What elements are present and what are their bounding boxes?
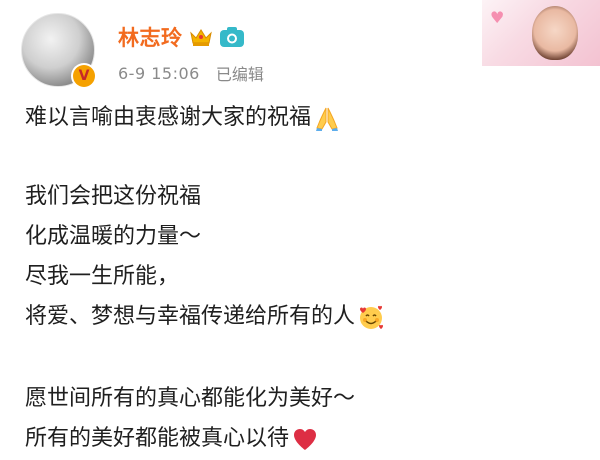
- corner-decoration-photo: ♥: [482, 0, 600, 66]
- post-timestamp[interactable]: 6-9 15:06: [118, 64, 200, 83]
- verified-v-badge-icon: V: [73, 65, 95, 87]
- crown-icon[interactable]: [189, 27, 213, 47]
- post-line-text: 难以言喻由衷感谢大家的祝福: [25, 105, 312, 130]
- post-line: 愿世间所有的真心都能化为美好～: [25, 386, 585, 412]
- post-line: 尽我一生所能，: [25, 264, 585, 290]
- post-line-text: 尽我一生所能，: [25, 264, 180, 289]
- post-line-text: 化成温暖的力量～: [25, 224, 202, 249]
- post-line: 我们会把这份祝福: [25, 184, 585, 210]
- post-meta: 6-9 15:06 已编辑: [118, 61, 264, 85]
- post-line: 将爱、梦想与幸福传递给所有的人: [25, 304, 585, 330]
- red-heart-emoji: [291, 425, 319, 453]
- post-line-text: 将爱、梦想与幸福传递给所有的人: [25, 304, 356, 329]
- post-line: 所有的美好都能被真心以待: [25, 426, 585, 452]
- post-line: 化成温暖的力量～: [25, 224, 585, 250]
- camera-icon[interactable]: [219, 26, 245, 48]
- username[interactable]: 林志玲: [118, 22, 183, 52]
- post-header: V 林志玲 6-9 15:06 已编辑 ♥: [0, 0, 600, 90]
- post-line-text: 所有的美好都能被真心以待: [25, 426, 290, 451]
- verified-badge: V: [71, 63, 97, 89]
- username-row: 林志玲: [118, 23, 245, 51]
- post-line: 难以言喻由衷感谢大家的祝福: [25, 105, 585, 131]
- smiling-face-with-hearts-emoji: [357, 303, 385, 331]
- folded-hands-emoji: [313, 104, 341, 132]
- edited-label[interactable]: 已编辑: [216, 61, 264, 85]
- portrait-image: [532, 6, 578, 60]
- hearts-decoration-icon: ♥: [490, 8, 505, 27]
- avatar-container[interactable]: V: [21, 13, 97, 89]
- post-line-text: 愿世间所有的真心都能化为美好～: [25, 386, 356, 411]
- post-line-text: 我们会把这份祝福: [25, 184, 202, 209]
- post-body: 难以言喻由衷感谢大家的祝福 我们会把这份祝福 化成温暖的力量～ 尽我一生所能， …: [25, 105, 585, 452]
